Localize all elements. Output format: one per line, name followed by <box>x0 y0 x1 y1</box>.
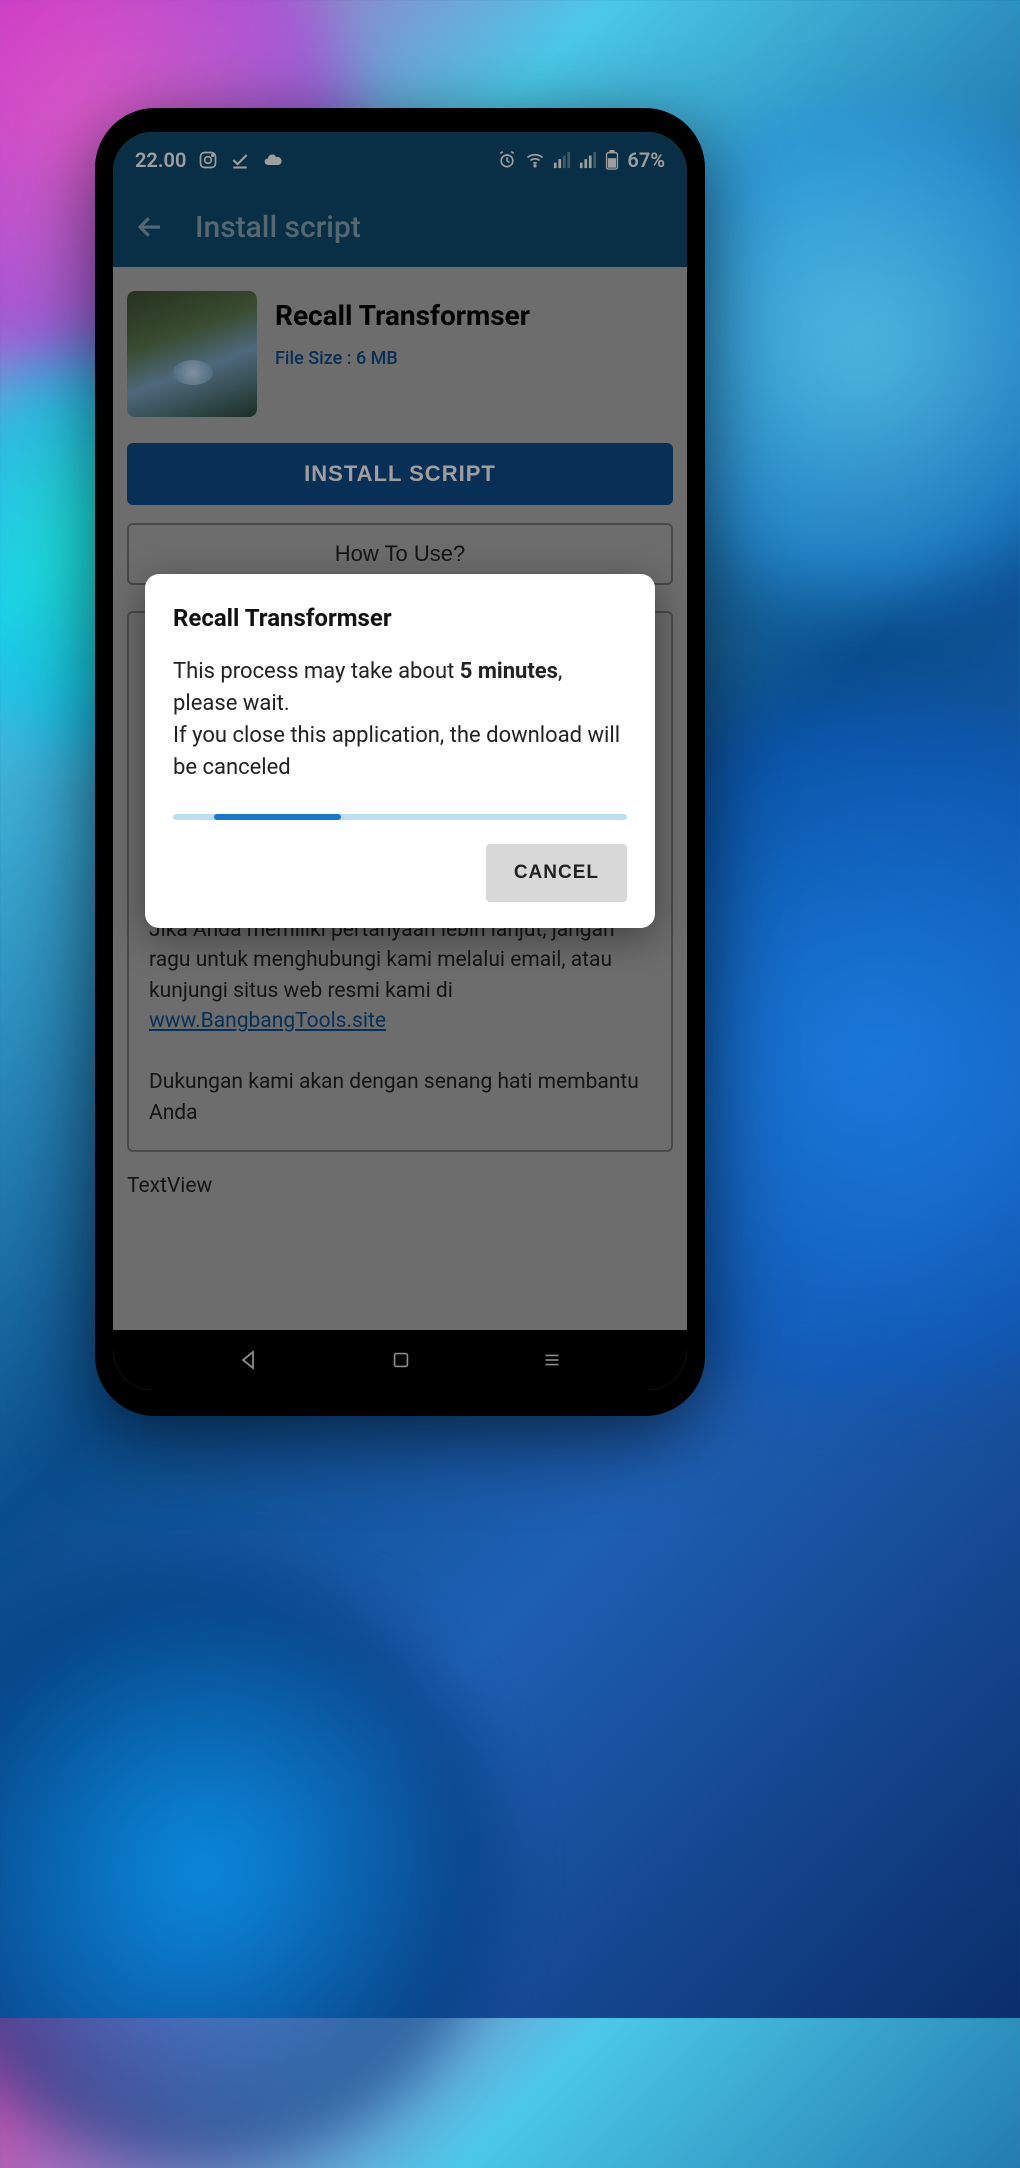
progress-bar <box>173 814 627 820</box>
phone-frame: 22.00 <box>95 108 705 1416</box>
screen: 22.00 <box>113 132 687 1390</box>
cancel-button-label: CANCEL <box>514 862 599 883</box>
dialog-line1-bold: 5 minutes <box>460 659 558 684</box>
dialog-message: This process may take about 5 minutes, p… <box>173 656 627 784</box>
progress-indeterminate-segment <box>214 814 341 820</box>
dialog-line2: If you close this application, the downl… <box>173 723 620 780</box>
cancel-button[interactable]: CANCEL <box>486 844 627 902</box>
dialog-line1-pre: This process may take about <box>173 659 460 684</box>
download-dialog: Recall Transformser This process may tak… <box>145 574 655 928</box>
dialog-title: Recall Transformser <box>173 604 627 632</box>
